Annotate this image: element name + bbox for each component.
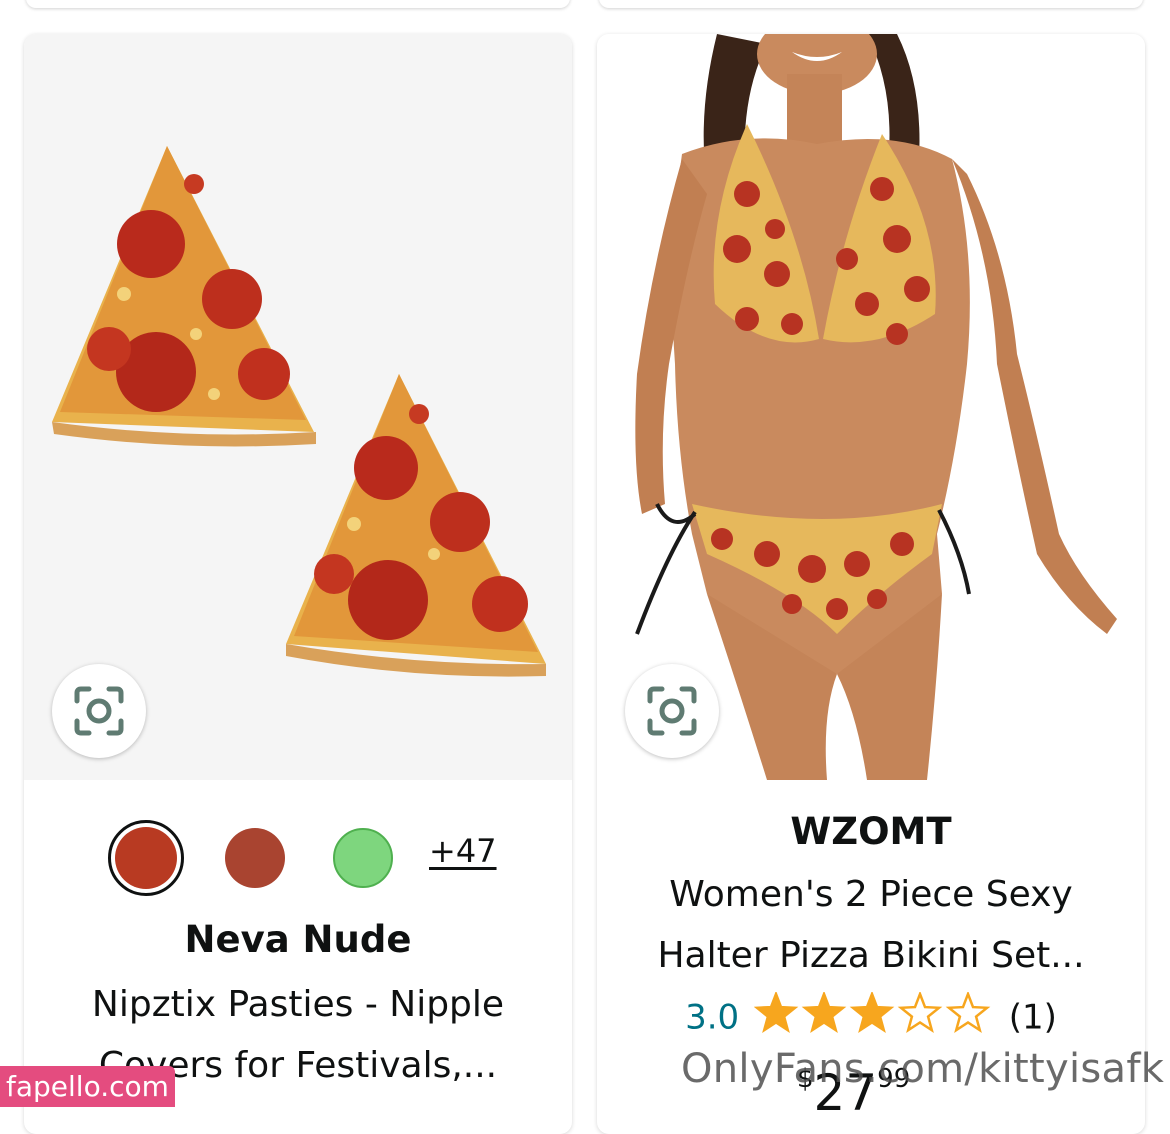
- visual-search-button[interactable]: [625, 664, 719, 758]
- product-card-bikini[interactable]: WZOMT Women's 2 Piece Sexy Halter Pizza …: [597, 34, 1145, 1134]
- product-brand: Neva Nude: [184, 918, 412, 961]
- color-swatch-2[interactable]: [225, 828, 285, 888]
- more-colors-link[interactable]: +47: [429, 832, 497, 870]
- star-icon: [945, 990, 991, 1034]
- previous-product-card-left[interactable]: [26, 0, 570, 8]
- color-swatches: +47: [24, 820, 572, 896]
- camera-lens-icon: [74, 686, 124, 736]
- visual-search-button[interactable]: [52, 664, 146, 758]
- product-rating[interactable]: 3.0 (1): [597, 990, 1145, 1043]
- star-rating: [753, 990, 994, 1043]
- color-swatch-3[interactable]: [333, 828, 393, 888]
- previous-product-card-right[interactable]: [599, 0, 1143, 8]
- star-icon: [753, 990, 799, 1034]
- product-image-pizza-bikini[interactable]: [597, 34, 1145, 780]
- watermark-text: OnlyFans.com/kittyisafk: [681, 1046, 1165, 1092]
- color-swatch-selected[interactable]: [108, 820, 184, 896]
- star-icon: [897, 990, 943, 1034]
- product-card-pasties[interactable]: +47 Neva Nude Nipztix Pasties - Nipple C…: [24, 34, 572, 1134]
- star-icon: [849, 990, 895, 1034]
- product-title-line-2[interactable]: Halter Pizza Bikini Set...: [597, 925, 1145, 987]
- watermark-badge: fapello.com: [0, 1066, 175, 1107]
- product-brand: WZOMT: [790, 810, 952, 853]
- star-icon: [801, 990, 847, 1034]
- review-count[interactable]: (1): [1009, 998, 1057, 1038]
- product-title-line-1[interactable]: Women's 2 Piece Sexy: [597, 864, 1145, 926]
- product-image-pizza-pasties[interactable]: [24, 34, 572, 780]
- camera-lens-icon: [647, 686, 697, 736]
- rating-value: 3.0: [685, 997, 740, 1038]
- product-title-line-1[interactable]: Nipztix Pasties - Nipple: [24, 974, 572, 1036]
